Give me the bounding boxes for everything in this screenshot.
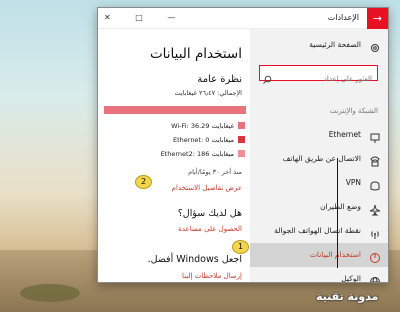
main-panel: استخدام البيانات نظرة عامة الإجمالي: ٢٦٫… xyxy=(98,29,252,282)
dialup-icon xyxy=(369,153,381,167)
improve-heading: اجعل Windows أفضل. xyxy=(147,254,242,265)
sidebar-item-label: Ethernet xyxy=(328,130,361,139)
section-header: الشبكة والإنترنت xyxy=(329,107,378,115)
pointer-line xyxy=(337,158,338,268)
sidebar-item-ethernet[interactable]: Ethernet xyxy=(250,123,388,147)
legend-swatch xyxy=(238,136,245,143)
sidebar-item-data-usage[interactable]: استخدام البيانات xyxy=(250,243,388,267)
gear-icon xyxy=(369,39,381,52)
network-row-ethernet: Ethernet: 0 ميغابايت xyxy=(105,135,245,145)
desert-bush xyxy=(20,284,80,302)
sidebar: الصفحة الرئيسية الشبكة والإنترنت Etherne… xyxy=(250,29,388,283)
sidebar-item-dialup[interactable]: الاتصال عن طريق الهاتف xyxy=(250,147,388,171)
network-row-ethernet2: Ethernet2: 186 ميغابايت xyxy=(105,149,245,159)
send-feedback-link[interactable]: إرسال ملاحظات إلينا xyxy=(182,272,242,280)
overview-heading: نظرة عامة xyxy=(197,74,242,85)
sidebar-item-label: الصفحة الرئيسية xyxy=(309,40,361,49)
vpn-icon xyxy=(369,177,381,191)
window-title: الإعدادات xyxy=(327,13,359,22)
sidebar-item-label: VPN xyxy=(345,178,361,187)
ethernet-icon xyxy=(369,129,381,143)
back-arrow-icon[interactable]: → xyxy=(367,8,388,29)
sidebar-item-proxy[interactable]: الوكيل xyxy=(250,267,388,283)
watermark: مدونة تقنية xyxy=(316,290,379,303)
sidebar-item-label: الوكيل xyxy=(341,274,361,283)
sidebar-item-label: نقطة اتصال الهواتف الجوالة xyxy=(274,226,361,235)
legend-swatch xyxy=(238,122,245,129)
sidebar-item-hotspot[interactable]: نقطة اتصال الهواتف الجوالة xyxy=(250,219,388,243)
sidebar-item-label: الاتصال عن طريق الهاتف xyxy=(282,154,361,163)
airplane-icon xyxy=(369,201,381,216)
sidebar-item-label: وضع الطيران xyxy=(320,202,361,211)
window-controls[interactable]: ✕ □ — xyxy=(104,13,186,22)
sidebar-item-airplane[interactable]: وضع الطيران xyxy=(250,195,388,219)
legend-swatch xyxy=(238,150,245,157)
data-usage-icon xyxy=(369,249,381,263)
hotspot-icon xyxy=(369,225,381,239)
sidebar-item-vpn[interactable]: VPN xyxy=(250,171,388,195)
callout-2: 2 xyxy=(135,175,152,189)
page-title: استخدام البيانات xyxy=(149,46,242,62)
total-usage: الإجمالي: ٢٦٫٤٧ غيغابايت xyxy=(174,89,242,97)
network-row-wifi: Wi-Fi: 36.29 غيغابايت xyxy=(105,121,245,131)
title-bar: → الإعدادات ✕ □ — xyxy=(98,8,388,29)
network-label: Ethernet: 0 ميغابايت xyxy=(172,136,234,144)
question-heading: هل لديك سؤال؟ xyxy=(177,208,242,219)
get-help-link[interactable]: الحصول على مساعدة xyxy=(178,225,242,233)
search-field[interactable] xyxy=(259,65,378,86)
search-input[interactable] xyxy=(260,72,377,86)
sidebar-item-label: استخدام البيانات xyxy=(309,250,361,259)
usage-bar xyxy=(104,106,246,114)
network-label: Wi-Fi: 36.29 غيغابايت xyxy=(171,122,234,130)
callout-1: 1 xyxy=(232,240,249,254)
search-icon xyxy=(263,69,272,84)
usage-bar-fill xyxy=(104,106,246,114)
view-details-link[interactable]: عرض تفاصيل الاستخدام xyxy=(172,184,242,192)
sidebar-item-home[interactable]: الصفحة الرئيسية xyxy=(250,33,388,57)
network-label: Ethernet2: 186 ميغابايت xyxy=(160,150,234,158)
period-label: منذ آخر ٣٠ يومًا/أيام xyxy=(188,168,242,176)
globe-icon xyxy=(369,273,381,282)
